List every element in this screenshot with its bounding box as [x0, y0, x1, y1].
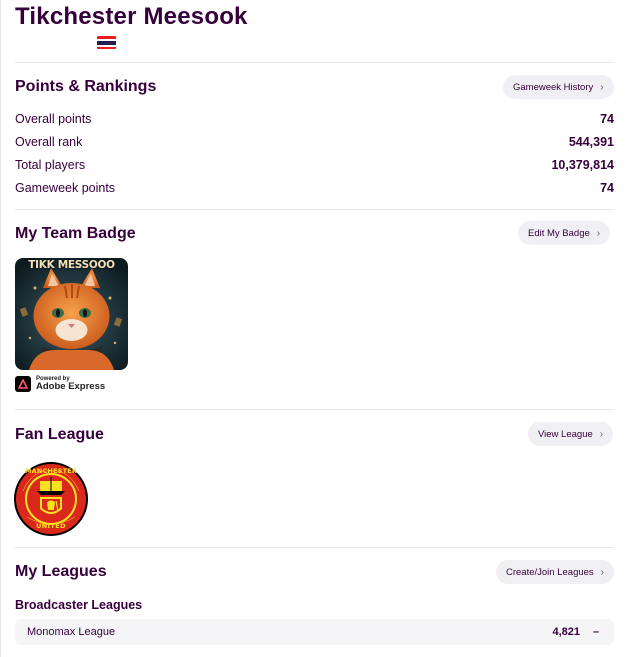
divider: [15, 209, 614, 210]
gameweek-history-button[interactable]: Gameweek History ›: [503, 75, 614, 99]
gameweek-history-label: Gameweek History: [513, 81, 594, 93]
chevron-right-icon: ›: [600, 566, 605, 578]
view-league-label: View League: [538, 428, 593, 440]
broadcaster-leagues-heading: Broadcaster Leagues: [15, 598, 143, 612]
manager-panel: Tikchester Meesook Points & Rankings Gam…: [0, 0, 625, 657]
league-row[interactable]: Monomax League 4,821 –: [15, 619, 614, 645]
stat-row-gameweek-points: Gameweek points 74: [15, 181, 614, 195]
stat-value: 544,391: [568, 135, 614, 149]
edit-badge-label: Edit My Badge: [528, 227, 590, 239]
points-rankings-title: Points & Rankings: [15, 78, 157, 95]
stat-value: 74: [600, 112, 614, 126]
my-leagues-title: My Leagues: [15, 563, 107, 580]
stat-row-total-players: Total players 10,379,814: [15, 158, 614, 172]
edit-badge-button[interactable]: Edit My Badge ›: [518, 221, 611, 245]
thailand-flag-icon: [97, 36, 116, 49]
chevron-right-icon: ›: [600, 81, 604, 93]
badge-text: TIKK MESSOOO: [28, 259, 115, 271]
stat-label: Overall rank: [15, 135, 83, 149]
stat-row-overall-points: Overall points 74: [15, 112, 614, 126]
view-league-button[interactable]: View League ›: [528, 422, 614, 446]
league-rank: 4,821: [552, 626, 580, 638]
manchester-united-crest[interactable]: MANCHESTER UNITED: [13, 461, 89, 537]
stat-label: Total players: [15, 158, 86, 172]
stat-row-overall-rank: Overall rank 544,391: [15, 135, 614, 149]
stat-label: Overall points: [15, 112, 92, 126]
adobe-express-attribution: Powered by Adobe Express: [15, 376, 105, 392]
chevron-right-icon: ›: [596, 227, 601, 239]
team-badge-image: TIKK MESSOOO: [15, 258, 128, 370]
adobe-express-text: Adobe Express: [36, 381, 106, 393]
divider: [15, 547, 614, 548]
create-join-leagues-button[interactable]: Create/Join Leagues ›: [496, 560, 615, 584]
team-badge-title: My Team Badge: [15, 225, 136, 242]
rank-movement-icon: –: [592, 626, 600, 638]
stat-value: 10,379,814: [551, 158, 614, 172]
manager-name: Tikchester Meesook: [15, 3, 248, 30]
divider: [15, 409, 614, 410]
stat-label: Gameweek points: [15, 181, 116, 195]
chevron-right-icon: ›: [599, 428, 604, 440]
league-name: Monomax League: [27, 626, 116, 638]
crest-text-bottom: UNITED: [36, 522, 66, 530]
divider: [15, 62, 614, 63]
crest-text-top: MANCHESTER: [24, 467, 78, 475]
stat-value: 74: [600, 181, 614, 195]
adobe-express-icon: [15, 376, 31, 392]
create-join-label: Create/Join Leagues: [506, 566, 594, 578]
fan-league-title: Fan League: [15, 426, 104, 443]
